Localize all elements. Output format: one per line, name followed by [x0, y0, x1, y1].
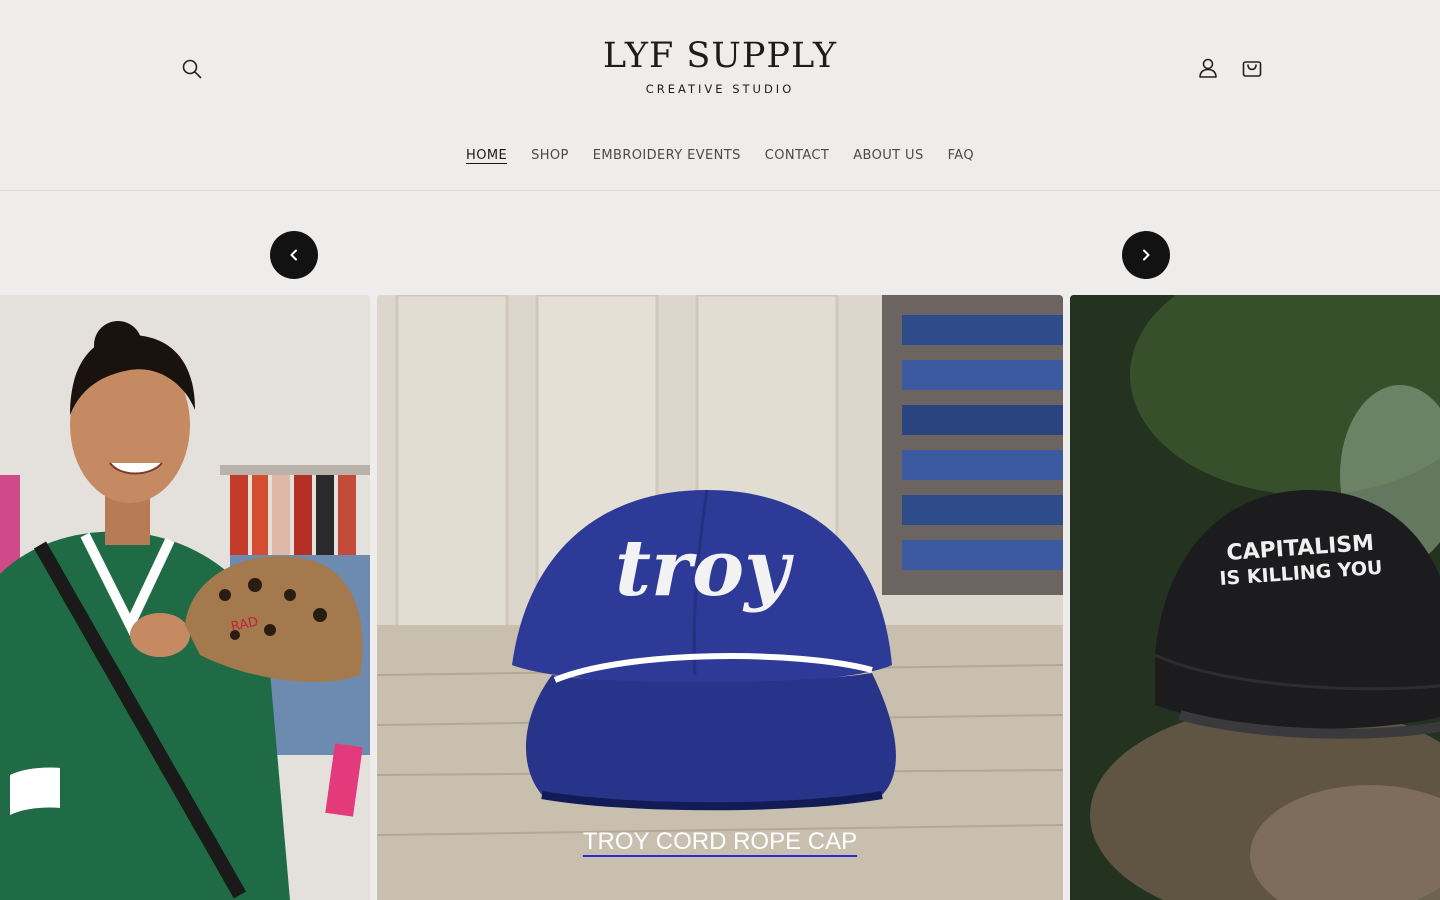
cart-icon — [1242, 61, 1262, 77]
search-icon — [182, 59, 202, 79]
carousel-next-button[interactable] — [1122, 231, 1170, 279]
nav-item-home[interactable]: HOME — [454, 144, 519, 167]
carousel-slide-current[interactable]: troy TROY CORD ROPE CAP — [377, 295, 1063, 900]
account-button[interactable] — [1188, 48, 1228, 88]
slide-caption-link[interactable]: TROY CORD ROPE CAP — [377, 828, 1063, 856]
site-header: LYF SUPPLY CREATIVE STUDIO HOME SHOP EMB… — [0, 0, 1440, 191]
nav-item-embroidery-events[interactable]: EMBROIDERY EVENTS — [581, 144, 753, 167]
nav-item-about-us[interactable]: ABOUT US — [841, 144, 935, 167]
carousel-slide-next[interactable]: CAPITALISM IS KILLING YOU — [1070, 295, 1440, 900]
site-logo[interactable]: LYF SUPPLY CREATIVE STUDIO — [560, 36, 880, 96]
slide-image-capitalism-cap: CAPITALISM IS KILLING YOU — [1070, 295, 1440, 900]
search-button[interactable] — [172, 49, 212, 89]
carousel-prev-button[interactable] — [270, 231, 318, 279]
cap-embroidery-text: troy — [615, 523, 794, 614]
nav-item-contact[interactable]: CONTACT — [753, 144, 841, 167]
slide-image-woman: RAD — [0, 295, 370, 900]
nav-item-faq[interactable]: FAQ — [936, 144, 986, 167]
main-nav: HOME SHOP EMBROIDERY EVENTS CONTACT ABOU… — [0, 144, 1440, 167]
logo-name: LYF SUPPLY — [602, 36, 838, 76]
nav-item-shop[interactable]: SHOP — [519, 144, 581, 167]
chevron-left-icon — [290, 249, 297, 261]
slide-image-troy-cap: troy — [377, 295, 1063, 900]
carousel-slide-prev[interactable]: RAD — [0, 295, 370, 900]
account-icon — [1199, 58, 1217, 78]
logo-tagline: CREATIVE STUDIO — [645, 82, 795, 96]
cart-button[interactable] — [1232, 48, 1272, 88]
chevron-right-icon — [1143, 249, 1150, 261]
